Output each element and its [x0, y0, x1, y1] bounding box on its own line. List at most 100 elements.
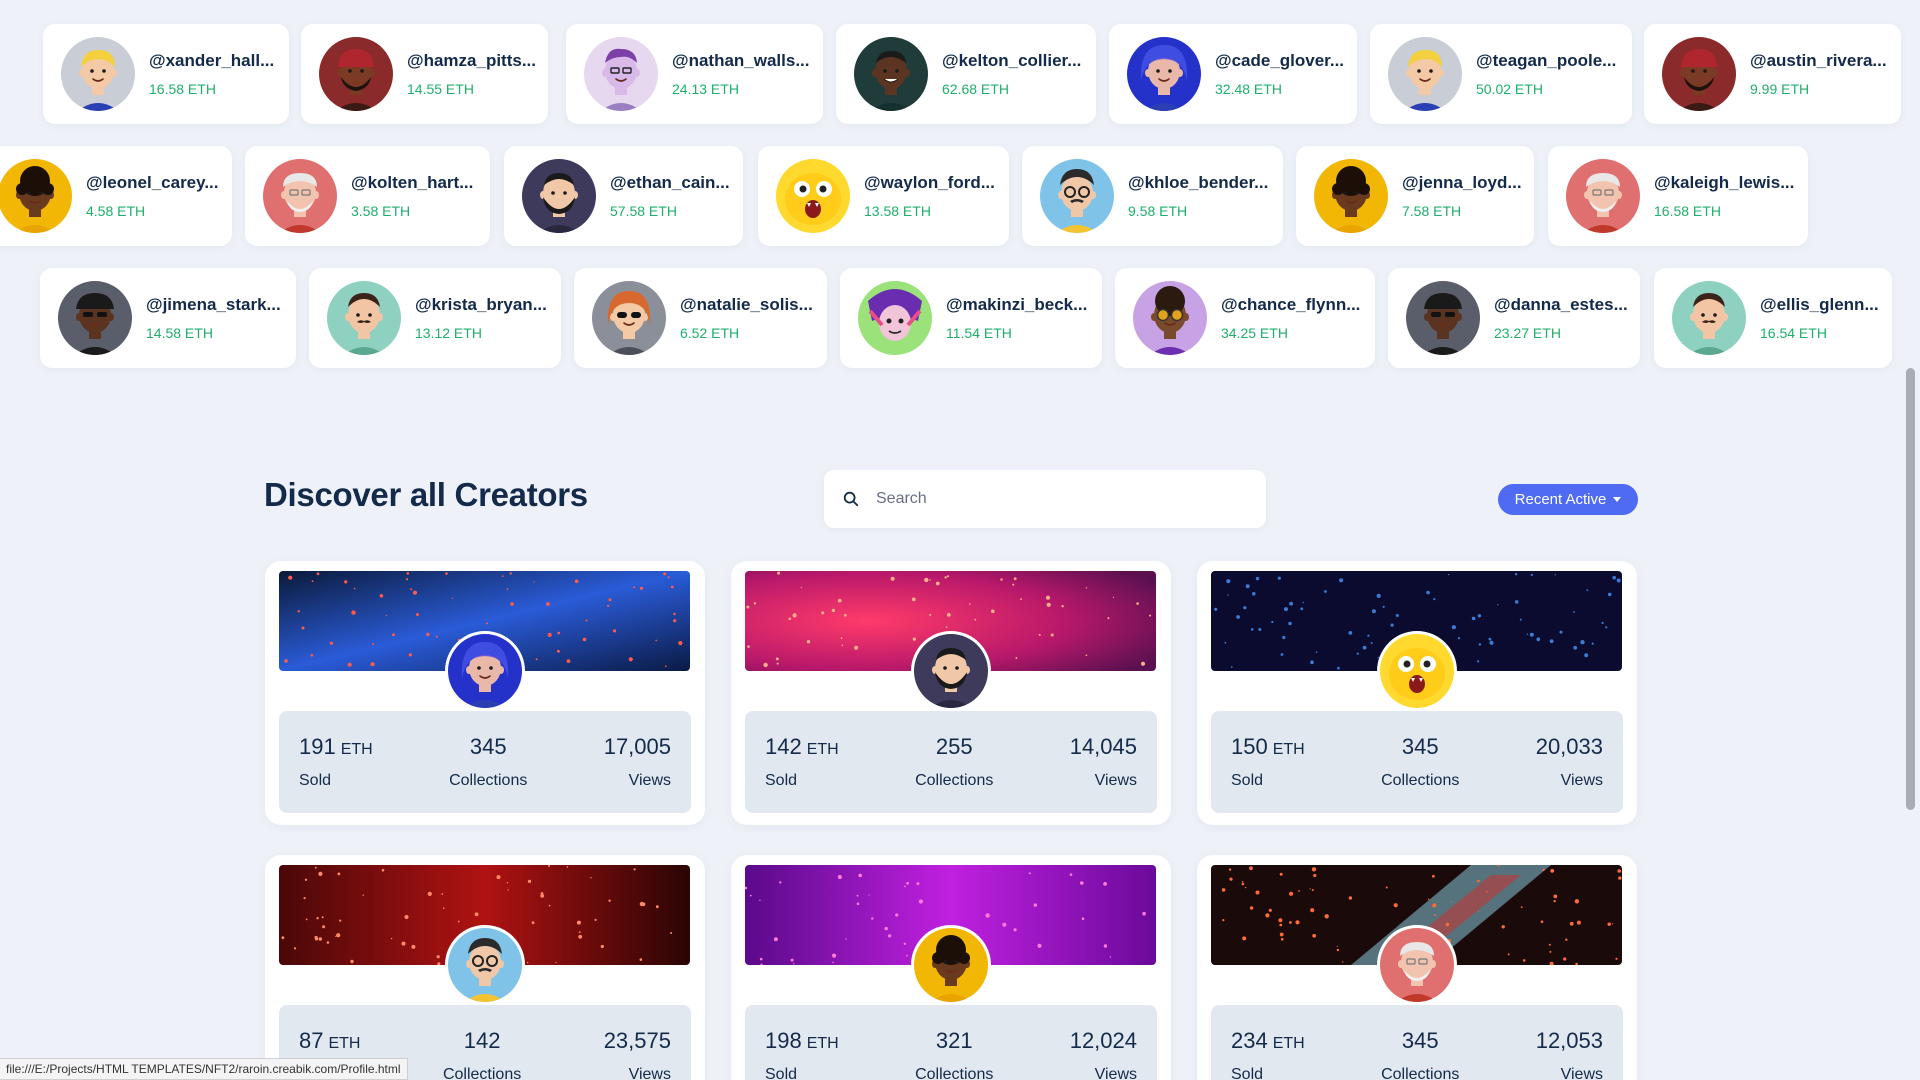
- creator-handle[interactable]: @hamza_pitts...: [407, 51, 536, 71]
- creator-card[interactable]: @kaleigh_lewis... 16.58 ETH: [1548, 146, 1808, 246]
- creator-card[interactable]: @danna_estes... 23.27 ETH: [1388, 268, 1640, 368]
- creator-profile-card[interactable]: 191 ETH Sold 345 Collections 17,005 Views: [265, 561, 705, 825]
- creator-handle[interactable]: @nathan_walls...: [672, 51, 810, 71]
- creator-card[interactable]: @natalie_solis... 6.52 ETH: [574, 268, 827, 368]
- creator-info: @nathan_walls... 24.13 ETH: [672, 51, 810, 97]
- creator-handle[interactable]: @chance_flynn...: [1221, 295, 1360, 315]
- creator-card[interactable]: @kelton_collier... 62.68 ETH: [836, 24, 1096, 124]
- creator-handle[interactable]: @cade_glover...: [1215, 51, 1344, 71]
- creator-card[interactable]: @nathan_walls... 24.13 ETH: [566, 24, 823, 124]
- creator-eth-value: 16.58 ETH: [149, 81, 216, 97]
- creator-handle[interactable]: @makinzi_beck...: [946, 295, 1087, 315]
- colorful-art-avatar[interactable]: [858, 281, 932, 355]
- bearded-man-avatar[interactable]: [913, 634, 988, 708]
- sort-dropdown-button[interactable]: Recent Active: [1498, 484, 1638, 515]
- creator-card[interactable]: @leonel_carey... 4.58 ETH: [0, 146, 232, 246]
- creator-eth-value: 16.54 ETH: [1760, 325, 1827, 341]
- mustache-man-avatar[interactable]: [1672, 281, 1746, 355]
- red-beanie-beard-avatar[interactable]: [1662, 37, 1736, 111]
- creator-card[interactable]: @krista_bryan... 13.12 ETH: [309, 268, 561, 368]
- creator-handle[interactable]: @jenna_loyd...: [1402, 173, 1522, 193]
- creator-card[interactable]: @ellis_glenn... 16.54 ETH: [1654, 268, 1892, 368]
- red-beanie-beard-avatar[interactable]: [319, 37, 393, 111]
- creator-handle[interactable]: @jimena_stark...: [146, 295, 281, 315]
- sold-value: 87: [299, 1028, 324, 1053]
- grandpa-avatar[interactable]: [263, 159, 337, 233]
- bearded-man-avatar[interactable]: [522, 159, 596, 233]
- creator-handle[interactable]: @krista_bryan...: [415, 295, 547, 315]
- scrollbar-thumb[interactable]: [1906, 368, 1915, 810]
- creator-eth-value: 14.58 ETH: [146, 325, 213, 341]
- creator-info: @austin_rivera... 9.99 ETH: [1750, 51, 1887, 97]
- creator-card[interactable]: @khloe_bender... 9.58 ETH: [1022, 146, 1283, 246]
- glasses-man-avatar[interactable]: [1040, 159, 1114, 233]
- creator-card[interactable]: @waylon_ford... 13.58 ETH: [758, 146, 1009, 246]
- creator-profile-card[interactable]: 234 ETH Sold 345 Collections 12,053 Views: [1197, 855, 1637, 1080]
- creator-profile-card[interactable]: 142 ETH Sold 255 Collections 14,045 Views: [731, 561, 1171, 825]
- creator-handle[interactable]: @leonel_carey...: [86, 173, 219, 193]
- creator-handle[interactable]: @teagan_poole...: [1476, 51, 1616, 71]
- creator-info: @natalie_solis... 6.52 ETH: [680, 295, 813, 341]
- creator-profile-card[interactable]: 87ETH Sold 142 Collections 23,575 Views: [265, 855, 705, 1080]
- sold-value: 142: [765, 734, 802, 759]
- creator-handle[interactable]: @ellis_glenn...: [1760, 295, 1879, 315]
- stat-views: 20,033 Views: [1536, 734, 1603, 790]
- purple-hair-man-avatar[interactable]: [584, 37, 658, 111]
- creator-profile-card[interactable]: 150 ETH Sold 345 Collections 20,033 Views: [1197, 561, 1637, 825]
- creator-card[interactable]: @austin_rivera... 9.99 ETH: [1644, 24, 1901, 124]
- curly-woman-avatar[interactable]: [1314, 159, 1388, 233]
- creator-card[interactable]: @chance_flynn... 34.25 ETH: [1115, 268, 1375, 368]
- creator-card[interactable]: @jenna_loyd... 7.58 ETH: [1296, 146, 1534, 246]
- blond-boy-avatar[interactable]: [61, 37, 135, 111]
- dark-skin-man-avatar[interactable]: [854, 37, 928, 111]
- creator-handle[interactable]: @kelton_collier...: [942, 51, 1081, 71]
- glasses-man-avatar[interactable]: [447, 928, 522, 1002]
- curly-woman-avatar[interactable]: [0, 159, 72, 233]
- yellow-dog-avatar[interactable]: [776, 159, 850, 233]
- creator-handle[interactable]: @waylon_ford...: [864, 173, 995, 193]
- cap-sunglasses-avatar[interactable]: [58, 281, 132, 355]
- redhead-sunglasses-avatar[interactable]: [592, 281, 666, 355]
- views-value: 17,005: [603, 734, 671, 759]
- mustache-man-avatar[interactable]: [327, 281, 401, 355]
- grandpa-avatar[interactable]: [1566, 159, 1640, 233]
- stat-views: 14,045 Views: [1070, 734, 1137, 790]
- search-input[interactable]: [876, 490, 1246, 508]
- creator-card[interactable]: @kolten_hart... 3.58 ETH: [245, 146, 490, 246]
- creator-card[interactable]: @teagan_poole... 50.02 ETH: [1370, 24, 1632, 124]
- collections-value: 345: [1401, 1028, 1439, 1053]
- search-box[interactable]: [824, 470, 1266, 528]
- creator-card[interactable]: @hamza_pitts... 14.55 ETH: [301, 24, 548, 124]
- creator-handle[interactable]: @natalie_solis...: [680, 295, 813, 315]
- creator-card[interactable]: @jimena_stark... 14.58 ETH: [40, 268, 296, 368]
- creator-handle[interactable]: @danna_estes...: [1494, 295, 1628, 315]
- creator-eth-value: 7.58 ETH: [1402, 203, 1462, 219]
- cap-sunglasses-avatar[interactable]: [1406, 281, 1480, 355]
- card-avatar-frame: [444, 631, 525, 711]
- blue-hood-avatar[interactable]: [1127, 37, 1201, 111]
- stat-views: 17,005 Views: [604, 734, 671, 790]
- yellow-dog-avatar[interactable]: [1379, 634, 1454, 708]
- creator-card[interactable]: @xander_hall... 16.58 ETH: [43, 24, 289, 124]
- creator-profile-card[interactable]: 198 ETH Sold 321 Collections 12,024 Views: [731, 855, 1171, 1080]
- creator-handle[interactable]: @kolten_hart...: [351, 173, 473, 193]
- creator-handle[interactable]: @ethan_cain...: [610, 173, 730, 193]
- creator-handle[interactable]: @khloe_bender...: [1128, 173, 1268, 193]
- blue-hood-avatar[interactable]: [447, 634, 522, 708]
- creator-eth-value: 16.58 ETH: [1654, 203, 1721, 219]
- creator-eth-value: 14.55 ETH: [407, 81, 474, 97]
- creator-card[interactable]: @makinzi_beck... 11.54 ETH: [840, 268, 1102, 368]
- curly-woman-avatar[interactable]: [913, 928, 988, 1002]
- creator-handle[interactable]: @kaleigh_lewis...: [1654, 173, 1794, 193]
- creator-handle[interactable]: @austin_rivera...: [1750, 51, 1887, 71]
- purple-glasses-avatar[interactable]: [1133, 281, 1207, 355]
- grandpa-avatar[interactable]: [1379, 928, 1454, 1002]
- stat-collections: 345 Collections: [1381, 1028, 1459, 1080]
- creator-handle[interactable]: @xander_hall...: [149, 51, 274, 71]
- creator-card[interactable]: @ethan_cain... 57.58 ETH: [504, 146, 743, 246]
- blond-boy-avatar[interactable]: [1388, 37, 1462, 111]
- card-banner-image: [1211, 571, 1622, 711]
- sold-label: Sold: [299, 772, 332, 789]
- creator-eth-value: 57.58 ETH: [610, 203, 677, 219]
- creator-card[interactable]: @cade_glover... 32.48 ETH: [1109, 24, 1357, 124]
